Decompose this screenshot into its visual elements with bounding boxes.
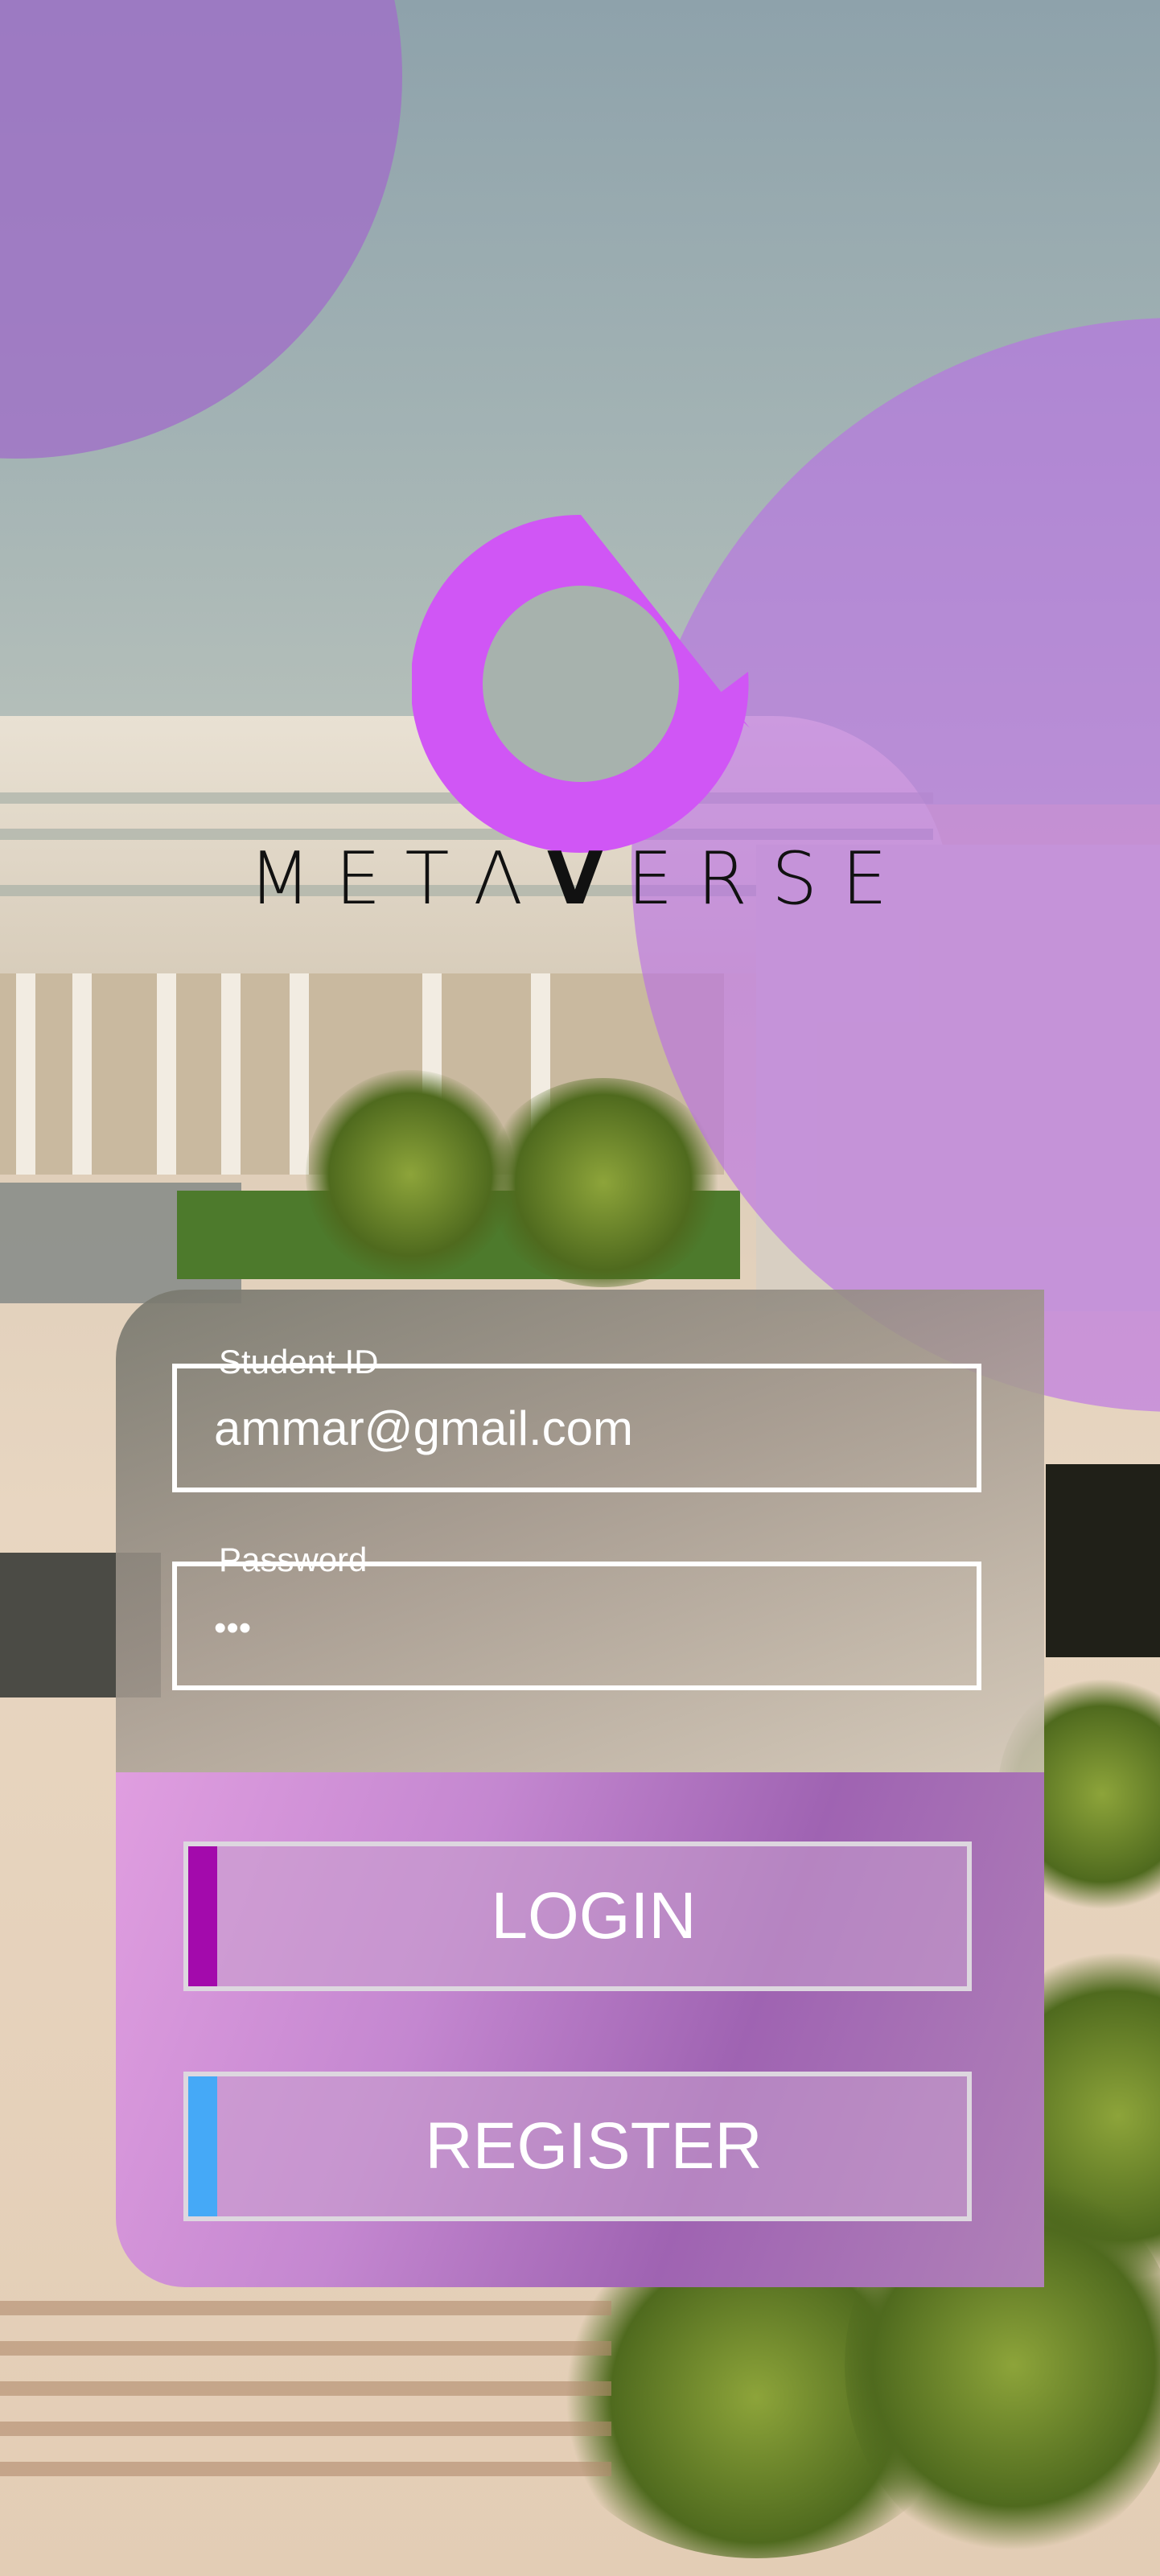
- logo-hole: [483, 586, 679, 782]
- password-input[interactable]: •••: [214, 1608, 938, 1648]
- column: [157, 973, 176, 1175]
- login-card: Student ID Password ••• LOGIN REGISTER: [116, 1290, 1044, 2287]
- stairs: [0, 2285, 611, 2494]
- brand-part-1: METΛ: [248, 837, 547, 921]
- login-button-label: LOGIN: [491, 1879, 697, 1953]
- column: [221, 973, 241, 1175]
- brand-part-2: V: [547, 837, 627, 921]
- password-field[interactable]: Password •••: [172, 1541, 981, 1690]
- brand-part-3: ERSE: [627, 837, 912, 921]
- actions-panel: LOGIN REGISTER: [116, 1772, 1044, 2287]
- column: [72, 973, 92, 1175]
- metaverse-logo-icon: [412, 515, 750, 853]
- column: [16, 973, 35, 1175]
- brand-wordmark: METΛVERSE: [0, 837, 1160, 921]
- register-button-label: REGISTER: [425, 2109, 763, 2183]
- student-id-label: Student ID: [219, 1343, 379, 1381]
- register-accent-bar: [188, 2076, 217, 2216]
- password-label: Password: [219, 1541, 368, 1578]
- login-accent-bar: [188, 1846, 217, 1986]
- register-button[interactable]: REGISTER: [183, 2072, 972, 2221]
- wing-shadow: [1046, 1464, 1160, 1657]
- column: [290, 973, 309, 1175]
- login-button[interactable]: LOGIN: [183, 1841, 972, 1991]
- palm-bush: [483, 1078, 724, 1287]
- student-id-field[interactable]: Student ID: [172, 1343, 981, 1492]
- student-id-input[interactable]: [214, 1401, 938, 1456]
- credentials-panel: Student ID Password •••: [116, 1290, 1044, 1772]
